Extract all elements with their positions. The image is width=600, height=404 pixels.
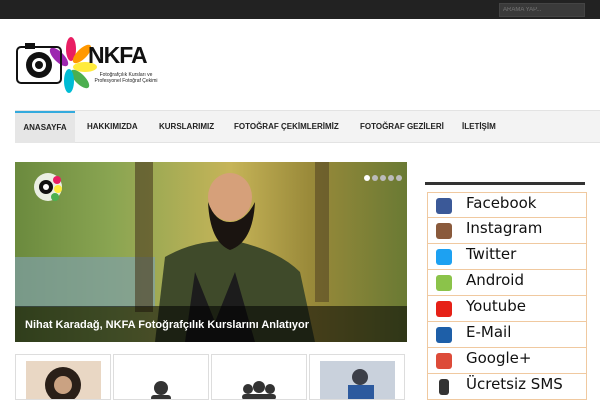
google-plus-icon bbox=[436, 353, 452, 369]
social-label: Youtube bbox=[466, 297, 526, 315]
main-nav: ANASAYFA HAKKIMIZDA KURSLARIMIZ FOTOĞRAF… bbox=[15, 110, 600, 143]
nav-item-kurslarimiz[interactable]: KURSLARIMIZ bbox=[159, 111, 214, 143]
thumbnail-4[interactable] bbox=[309, 354, 405, 400]
social-label: Android bbox=[466, 271, 524, 289]
social-item-sms[interactable]: Ücretsiz SMS bbox=[427, 374, 587, 400]
social-item-twitter[interactable]: Twitter bbox=[427, 244, 587, 270]
thumbnail-2[interactable] bbox=[113, 354, 209, 401]
slider-dot[interactable] bbox=[364, 175, 370, 181]
social-links-list: Facebook Instagram Twitter Android Youtu… bbox=[427, 192, 587, 400]
social-item-email[interactable]: E-Mail bbox=[427, 322, 587, 348]
social-label: Twitter bbox=[466, 245, 517, 263]
photo-image bbox=[320, 361, 395, 399]
android-icon bbox=[436, 275, 452, 291]
group-icon bbox=[242, 381, 276, 400]
slider-caption[interactable]: Nihat Karadağ, NKFA Fotoğrafçılık Kursla… bbox=[25, 319, 309, 331]
youtube-icon bbox=[436, 301, 452, 317]
social-label: E-Mail bbox=[466, 323, 512, 341]
facebook-icon bbox=[436, 198, 452, 214]
twitter-icon bbox=[436, 249, 452, 265]
nav-item-iletisim[interactable]: İLETİŞİM bbox=[462, 111, 496, 143]
social-item-instagram[interactable]: Instagram bbox=[427, 218, 587, 244]
slider-dot[interactable] bbox=[396, 175, 402, 181]
nav-item-fotograf-cekimlerimiz[interactable]: FOTOĞRAF ÇEKİMLERİMİZ bbox=[234, 111, 339, 143]
slider-dot[interactable] bbox=[380, 175, 386, 181]
instagram-icon bbox=[436, 223, 452, 239]
logo-text: NKFA bbox=[88, 42, 148, 68]
social-label: Google+ bbox=[466, 349, 532, 367]
slider-dots bbox=[362, 168, 402, 186]
logo-subtitle: Fotoğrafçılık Kursları ve Profesyonel Fo… bbox=[94, 72, 158, 84]
social-label: Facebook bbox=[466, 194, 537, 212]
featured-slider[interactable]: Nihat Karadağ, NKFA Fotoğrafçılık Kursla… bbox=[15, 162, 407, 342]
social-item-facebook[interactable]: Facebook bbox=[427, 192, 587, 218]
slider-dot[interactable] bbox=[372, 175, 378, 181]
thumbnail-1[interactable] bbox=[15, 354, 111, 403]
nav-item-fotograf-gezileri[interactable]: FOTOĞRAF GEZİLERİ bbox=[360, 111, 444, 143]
slider-dot[interactable] bbox=[388, 175, 394, 181]
portrait-image bbox=[26, 361, 101, 403]
sidebar-divider bbox=[425, 182, 585, 185]
thumbnail-3[interactable] bbox=[211, 354, 307, 400]
phone-icon bbox=[439, 379, 449, 395]
user-icon bbox=[151, 381, 171, 401]
social-item-youtube[interactable]: Youtube bbox=[427, 296, 587, 322]
social-item-android[interactable]: Android bbox=[427, 270, 587, 296]
search-input[interactable] bbox=[499, 3, 585, 17]
email-icon bbox=[436, 327, 452, 343]
social-label: Ücretsiz SMS bbox=[466, 375, 563, 393]
nav-item-hakkimizda[interactable]: HAKKIMIZDA bbox=[87, 111, 138, 143]
watermark-logo-icon bbox=[34, 173, 62, 201]
nav-item-anasayfa[interactable]: ANASAYFA bbox=[15, 111, 75, 143]
social-item-google-plus[interactable]: Google+ bbox=[427, 348, 587, 374]
social-label: Instagram bbox=[466, 219, 543, 237]
top-bar bbox=[0, 0, 600, 19]
